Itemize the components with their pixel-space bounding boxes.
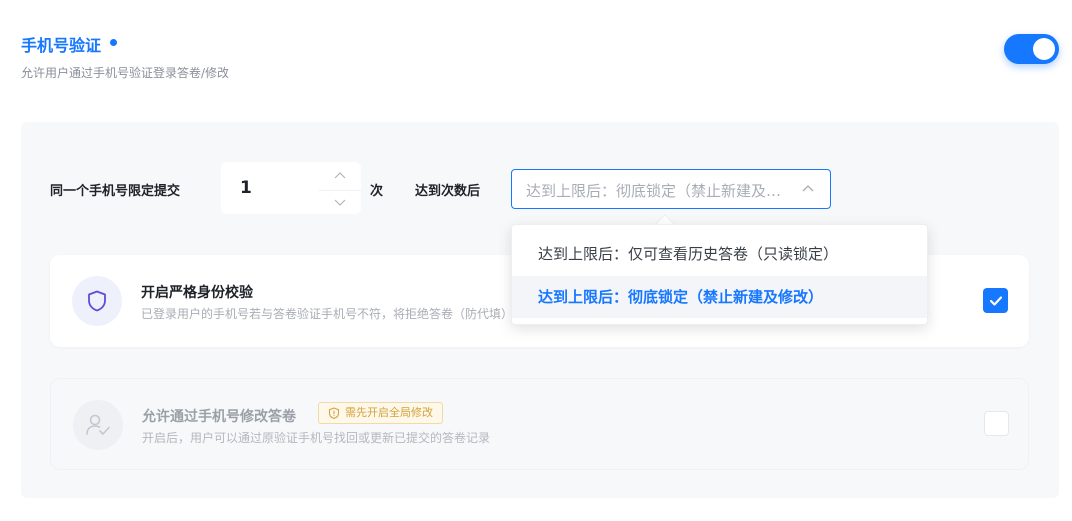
shield-icon [88, 290, 106, 312]
card-description: 已登录用户的手机号若与答卷验证手机号不符，将拒绝答卷（防代填） [141, 307, 514, 321]
chevron-up-icon [802, 185, 814, 192]
shield-icon-wrap [72, 276, 122, 326]
chevron-up-icon[interactable] [319, 163, 361, 187]
badge-text: 需先开启全局修改 [345, 406, 433, 419]
limit-action-dropdown: 达到上限后：仅可查看历史答卷（只读锁定） 达到上限后：彻底锁定（禁止新建及修改） [511, 224, 928, 325]
select-value: 达到上限后：彻底锁定（禁止新建及修改） [526, 182, 788, 200]
allow-edit-card[interactable]: 允许通过手机号修改答卷 需先开启全局修改 开启后，用户可以通过原验证手机号找回或… [50, 378, 1029, 470]
allow-edit-checkbox[interactable] [984, 411, 1009, 436]
card-title: 允许通过手机号修改答卷 [142, 409, 296, 425]
strict-verify-checkbox[interactable] [983, 288, 1008, 313]
phone-verify-toggle[interactable] [1004, 34, 1059, 64]
prerequisite-badge: 需先开启全局修改 [318, 402, 443, 424]
title-dot [110, 38, 118, 46]
times-unit-label: 次 [370, 184, 384, 199]
shield-alert-icon [328, 407, 340, 419]
check-icon [989, 295, 1002, 306]
section-description: 允许用户通过手机号验证登录答卷/修改 [21, 66, 230, 80]
quantity-stepper[interactable]: 1 [221, 162, 361, 214]
section-title: 手机号验证 [21, 32, 118, 56]
user-check-icon [86, 414, 110, 435]
section-title-text: 手机号验证 [21, 36, 102, 55]
chevron-down-icon[interactable] [319, 190, 361, 214]
dropdown-option-lock[interactable]: 达到上限后：彻底锁定（禁止新建及修改） [512, 276, 927, 318]
toggle-knob [1033, 38, 1055, 60]
stepper-value[interactable]: 1 [240, 178, 252, 198]
card-title: 开启严格身份校验 [141, 285, 253, 301]
card-description: 开启后，用户可以通过原验证手机号找回或更新已提交的答卷记录 [142, 431, 491, 445]
limit-action-select[interactable]: 达到上限后：彻底锁定（禁止新建及修改） [511, 169, 831, 209]
after-limit-label: 达到次数后 [415, 184, 481, 199]
user-check-icon-wrap [73, 400, 123, 450]
dropdown-option-readonly[interactable]: 达到上限后：仅可查看历史答卷（只读锁定） [512, 233, 927, 275]
limit-label: 同一个手机号限定提交 [50, 184, 181, 199]
